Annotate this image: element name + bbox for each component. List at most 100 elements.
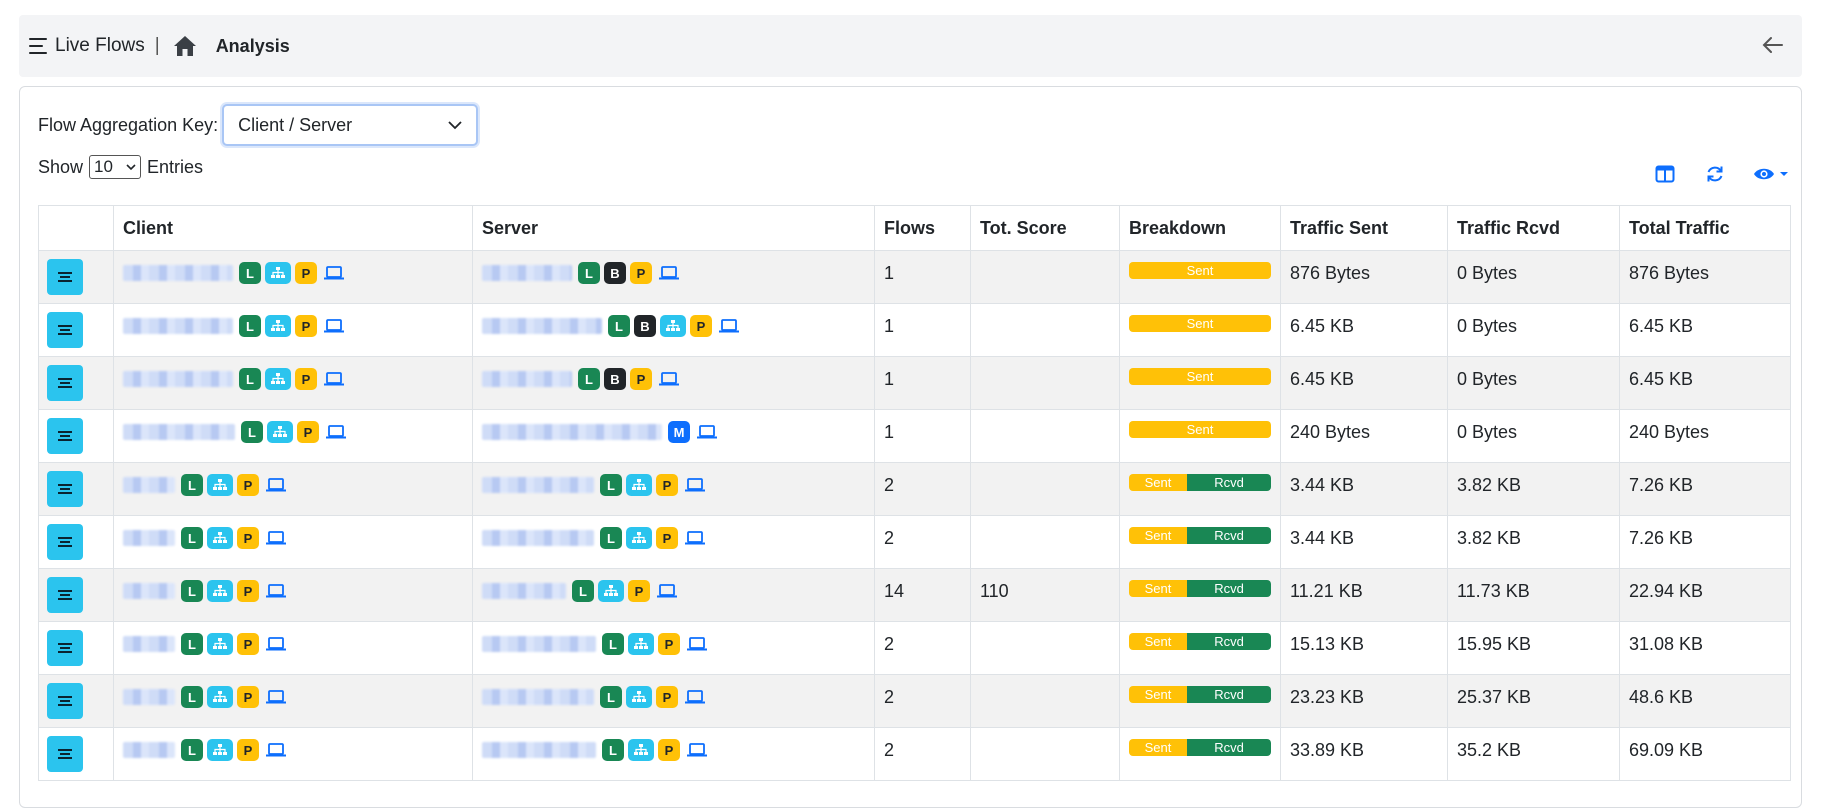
private-badge[interactable]: P xyxy=(630,262,652,284)
server-host[interactable] xyxy=(482,424,662,440)
private-badge[interactable]: P xyxy=(658,633,680,655)
private-badge[interactable]: P xyxy=(628,580,650,602)
local-badge[interactable]: L xyxy=(600,474,622,496)
server-host[interactable] xyxy=(482,318,602,334)
col-score[interactable]: Tot. Score xyxy=(970,205,1120,251)
network-badge[interactable] xyxy=(207,527,233,549)
client-host[interactable] xyxy=(123,424,235,440)
laptop-icon[interactable] xyxy=(265,742,287,758)
col-total-traffic[interactable]: Total Traffic xyxy=(1619,205,1791,251)
row-actions-button[interactable] xyxy=(47,418,83,454)
client-host[interactable] xyxy=(123,583,175,599)
row-actions-button[interactable] xyxy=(47,365,83,401)
local-badge[interactable]: L xyxy=(181,633,203,655)
local-badge[interactable]: L xyxy=(602,739,624,761)
network-badge[interactable] xyxy=(207,739,233,761)
private-badge[interactable]: P xyxy=(295,315,317,337)
network-badge[interactable] xyxy=(207,686,233,708)
columns-icon[interactable] xyxy=(1653,162,1677,186)
laptop-icon[interactable] xyxy=(323,265,345,281)
laptop-icon[interactable] xyxy=(686,742,708,758)
laptop-icon[interactable] xyxy=(684,689,706,705)
col-traffic-sent[interactable]: Traffic Sent xyxy=(1280,205,1448,251)
private-badge[interactable]: P xyxy=(237,633,259,655)
server-host[interactable] xyxy=(482,371,572,387)
local-badge[interactable]: L xyxy=(181,474,203,496)
col-server[interactable]: Server xyxy=(472,205,875,251)
col-breakdown[interactable]: Breakdown xyxy=(1119,205,1281,251)
local-badge[interactable]: L xyxy=(608,315,630,337)
local-badge[interactable]: L xyxy=(239,315,261,337)
local-badge[interactable]: L xyxy=(239,262,261,284)
laptop-icon[interactable] xyxy=(658,371,680,387)
network-badge[interactable] xyxy=(626,686,652,708)
client-host[interactable] xyxy=(123,318,233,334)
network-badge[interactable] xyxy=(628,633,654,655)
local-badge[interactable]: L xyxy=(600,686,622,708)
private-badge[interactable]: P xyxy=(630,368,652,390)
laptop-icon[interactable] xyxy=(265,583,287,599)
col-client[interactable]: Client xyxy=(113,205,473,251)
private-badge[interactable]: P xyxy=(237,686,259,708)
client-host[interactable] xyxy=(123,689,175,705)
local-badge[interactable]: L xyxy=(602,633,624,655)
laptop-icon[interactable] xyxy=(696,424,718,440)
laptop-icon[interactable] xyxy=(323,371,345,387)
server-host[interactable] xyxy=(482,742,596,758)
laptop-icon[interactable] xyxy=(265,636,287,652)
col-traffic-rcvd[interactable]: Traffic Rcvd xyxy=(1447,205,1620,251)
laptop-icon[interactable] xyxy=(686,636,708,652)
laptop-icon[interactable] xyxy=(265,477,287,493)
local-badge[interactable]: L xyxy=(181,580,203,602)
local-badge[interactable]: L xyxy=(578,262,600,284)
laptop-icon[interactable] xyxy=(325,424,347,440)
blacklist-badge[interactable]: B xyxy=(604,368,626,390)
client-host[interactable] xyxy=(123,265,233,281)
private-badge[interactable]: P xyxy=(237,739,259,761)
network-badge[interactable] xyxy=(265,315,291,337)
server-host[interactable] xyxy=(482,530,594,546)
aggregation-select[interactable]: Client / Server xyxy=(222,104,479,146)
local-badge[interactable]: L xyxy=(572,580,594,602)
multicast-badge[interactable]: M xyxy=(668,421,690,443)
laptop-icon[interactable] xyxy=(658,265,680,281)
local-badge[interactable]: L xyxy=(181,739,203,761)
laptop-icon[interactable] xyxy=(656,583,678,599)
laptop-icon[interactable] xyxy=(265,689,287,705)
laptop-icon[interactable] xyxy=(684,477,706,493)
laptop-icon[interactable] xyxy=(265,530,287,546)
network-badge[interactable] xyxy=(207,474,233,496)
private-badge[interactable]: P xyxy=(297,421,319,443)
row-actions-button[interactable] xyxy=(47,630,83,666)
local-badge[interactable]: L xyxy=(181,527,203,549)
refresh-icon[interactable] xyxy=(1703,162,1727,186)
row-actions-button[interactable] xyxy=(47,577,83,613)
private-badge[interactable]: P xyxy=(237,474,259,496)
laptop-icon[interactable] xyxy=(684,530,706,546)
page-length-select[interactable]: 10 xyxy=(89,155,142,179)
client-host[interactable] xyxy=(123,477,175,493)
private-badge[interactable]: P xyxy=(237,527,259,549)
laptop-icon[interactable] xyxy=(323,318,345,334)
server-host[interactable] xyxy=(482,477,594,493)
local-badge[interactable]: L xyxy=(578,368,600,390)
client-host[interactable] xyxy=(123,742,175,758)
private-badge[interactable]: P xyxy=(658,739,680,761)
network-badge[interactable] xyxy=(207,633,233,655)
local-badge[interactable]: L xyxy=(239,368,261,390)
server-host[interactable] xyxy=(482,689,594,705)
network-badge[interactable] xyxy=(265,368,291,390)
local-badge[interactable]: L xyxy=(600,527,622,549)
client-host[interactable] xyxy=(123,636,175,652)
eye-icon[interactable] xyxy=(1753,162,1789,186)
private-badge[interactable]: P xyxy=(237,580,259,602)
client-host[interactable] xyxy=(123,530,175,546)
row-actions-button[interactable] xyxy=(47,471,83,507)
home-icon[interactable] xyxy=(172,34,198,58)
laptop-icon[interactable] xyxy=(718,318,740,334)
private-badge[interactable]: P xyxy=(690,315,712,337)
network-badge[interactable] xyxy=(660,315,686,337)
private-badge[interactable]: P xyxy=(295,262,317,284)
local-badge[interactable]: L xyxy=(181,686,203,708)
private-badge[interactable]: P xyxy=(295,368,317,390)
